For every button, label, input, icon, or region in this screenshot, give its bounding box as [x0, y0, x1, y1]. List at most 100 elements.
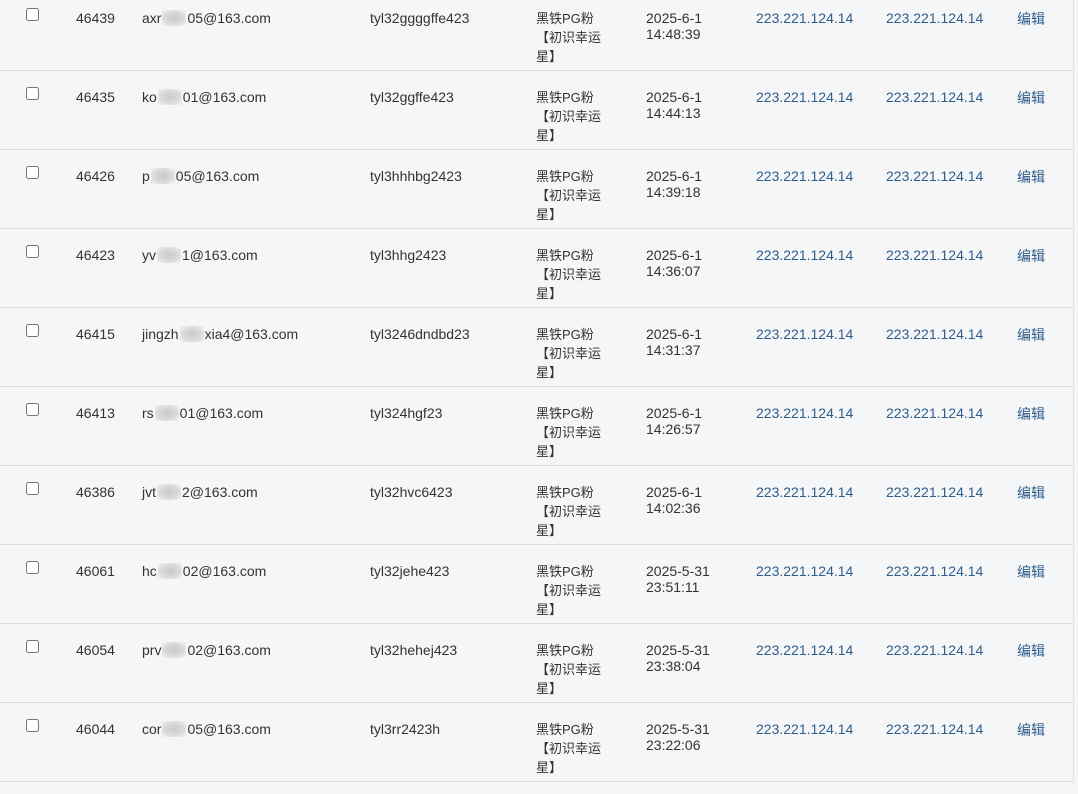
email-suffix: 05@163.com: [175, 168, 260, 184]
edit-link[interactable]: 编辑: [1017, 169, 1045, 185]
edit-link[interactable]: 编辑: [1017, 722, 1045, 738]
user-id: 46044: [76, 721, 115, 737]
row-select-checkbox[interactable]: [26, 561, 39, 574]
group-line: 星】: [536, 128, 563, 143]
row-select-checkbox[interactable]: [26, 719, 39, 732]
register-date: 2025-5-31: [646, 563, 710, 579]
group-line: 黑铁PG粉: [536, 643, 594, 658]
redaction-blur: [162, 10, 187, 26]
edit-link[interactable]: 编辑: [1017, 90, 1045, 106]
group-line: 【初识幸运: [536, 109, 602, 124]
edit-link[interactable]: 编辑: [1017, 11, 1045, 27]
group-line: 【初识幸运: [536, 267, 602, 282]
group-line: 【初识幸运: [536, 741, 602, 756]
register-clock: 14:31:37: [646, 342, 701, 358]
group-line: 星】: [536, 602, 563, 617]
table-row: 46439 axr 05@163.com tyl32ggggffe423 黑铁PG…: [0, 0, 1073, 71]
register-clock: 14:02:36: [646, 500, 701, 516]
group-line: 星】: [536, 681, 563, 696]
group-line: 【初识幸运: [536, 30, 602, 45]
row-select-checkbox[interactable]: [26, 640, 39, 653]
redaction-blur: [157, 247, 181, 263]
register-time: 2025-6-1 14:02:36: [646, 484, 726, 516]
user-email: rs 01@163.com: [142, 405, 263, 421]
users-table: 46439 axr 05@163.com tyl32ggggffe423 黑铁PG…: [0, 0, 1074, 782]
group-line: 【初识幸运: [536, 346, 602, 361]
group-line: 黑铁PG粉: [536, 722, 594, 737]
user-id: 46054: [76, 642, 115, 658]
email-prefix: axr: [142, 10, 162, 26]
register-date: 2025-6-1: [646, 326, 703, 342]
register-clock: 23:51:11: [646, 579, 700, 595]
group-line: 星】: [536, 523, 563, 538]
login-ip: 223.221.124.14: [886, 168, 984, 184]
login-ip: 223.221.124.14: [886, 10, 984, 26]
email-suffix: 01@163.com: [182, 89, 267, 105]
email-prefix: yv: [142, 247, 156, 263]
table-row: 46054 prv 02@163.com tyl32hehej423 黑铁PG粉 …: [0, 624, 1073, 703]
email-prefix: jvt: [142, 484, 156, 500]
group-line: 【初识幸运: [536, 662, 602, 677]
table-row: 46415 jingzh xia4@163.com tyl3246dndbd23 …: [0, 308, 1073, 387]
redaction-blur: [154, 405, 179, 421]
user-email: prv 02@163.com: [142, 642, 271, 658]
user-nickname: tyl32hehej423: [370, 642, 458, 658]
row-select-checkbox[interactable]: [26, 403, 39, 416]
email-prefix: prv: [142, 642, 162, 658]
row-select-checkbox[interactable]: [26, 87, 39, 100]
user-id: 46426: [76, 168, 115, 184]
user-group: 黑铁PG粉 【初识幸运 星】: [536, 9, 616, 66]
user-group: 黑铁PG粉 【初识幸运 星】: [536, 562, 616, 619]
edit-link[interactable]: 编辑: [1017, 643, 1045, 659]
login-ip: 223.221.124.14: [886, 89, 984, 105]
user-id: 46061: [76, 563, 115, 579]
row-select-checkbox[interactable]: [26, 166, 39, 179]
login-ip: 223.221.124.14: [886, 642, 984, 658]
register-ip: 223.221.124.14: [756, 10, 854, 26]
group-line: 星】: [536, 207, 563, 222]
email-prefix: cor: [142, 721, 162, 737]
edit-link[interactable]: 编辑: [1017, 406, 1045, 422]
table-row: 46061 hc 02@163.com tyl32jehe423 黑铁PG粉 【初…: [0, 545, 1073, 624]
email-suffix: xia4@163.com: [204, 326, 299, 342]
redaction-blur: [162, 721, 187, 737]
register-time: 2025-5-31 23:22:06: [646, 721, 726, 753]
edit-link[interactable]: 编辑: [1017, 248, 1045, 264]
register-ip: 223.221.124.14: [756, 721, 854, 737]
email-suffix: 2@163.com: [182, 484, 258, 500]
user-email: jvt 2@163.com: [142, 484, 258, 500]
user-group: 黑铁PG粉 【初识幸运 星】: [536, 167, 616, 224]
user-nickname: tyl3rr2423h: [370, 721, 441, 737]
register-date: 2025-6-1: [646, 247, 703, 263]
user-id: 46413: [76, 405, 115, 421]
row-select-checkbox[interactable]: [26, 324, 39, 337]
register-date: 2025-5-31: [646, 642, 710, 658]
register-date: 2025-6-1: [646, 10, 703, 26]
group-line: 黑铁PG粉: [536, 406, 594, 421]
register-time: 2025-5-31 23:38:04: [646, 642, 726, 674]
redaction-blur: [157, 563, 182, 579]
register-clock: 23:22:06: [646, 737, 701, 753]
edit-link[interactable]: 编辑: [1017, 327, 1045, 343]
group-line: 星】: [536, 444, 563, 459]
email-prefix: ko: [142, 89, 157, 105]
table-row: 46426 p 05@163.com tyl3hhhbg2423 黑铁PG粉 【初…: [0, 150, 1073, 229]
register-time: 2025-6-1 14:48:39: [646, 10, 726, 42]
redaction-blur: [150, 168, 175, 184]
user-group: 黑铁PG粉 【初识幸运 星】: [536, 404, 616, 461]
user-email: p 05@163.com: [142, 168, 259, 184]
row-select-checkbox[interactable]: [26, 8, 39, 21]
row-select-checkbox[interactable]: [26, 245, 39, 258]
register-ip: 223.221.124.14: [756, 563, 854, 579]
email-suffix: 05@163.com: [187, 10, 271, 26]
group-line: 星】: [536, 760, 563, 775]
edit-link[interactable]: 编辑: [1017, 485, 1045, 501]
group-line: 【初识幸运: [536, 583, 602, 598]
login-ip: 223.221.124.14: [886, 721, 984, 737]
login-ip: 223.221.124.14: [886, 484, 984, 500]
user-nickname: tyl32ggggffe423: [370, 10, 470, 26]
edit-link[interactable]: 编辑: [1017, 564, 1045, 580]
register-ip: 223.221.124.14: [756, 168, 854, 184]
row-select-checkbox[interactable]: [26, 482, 39, 495]
user-email: cor 05@163.com: [142, 721, 271, 737]
